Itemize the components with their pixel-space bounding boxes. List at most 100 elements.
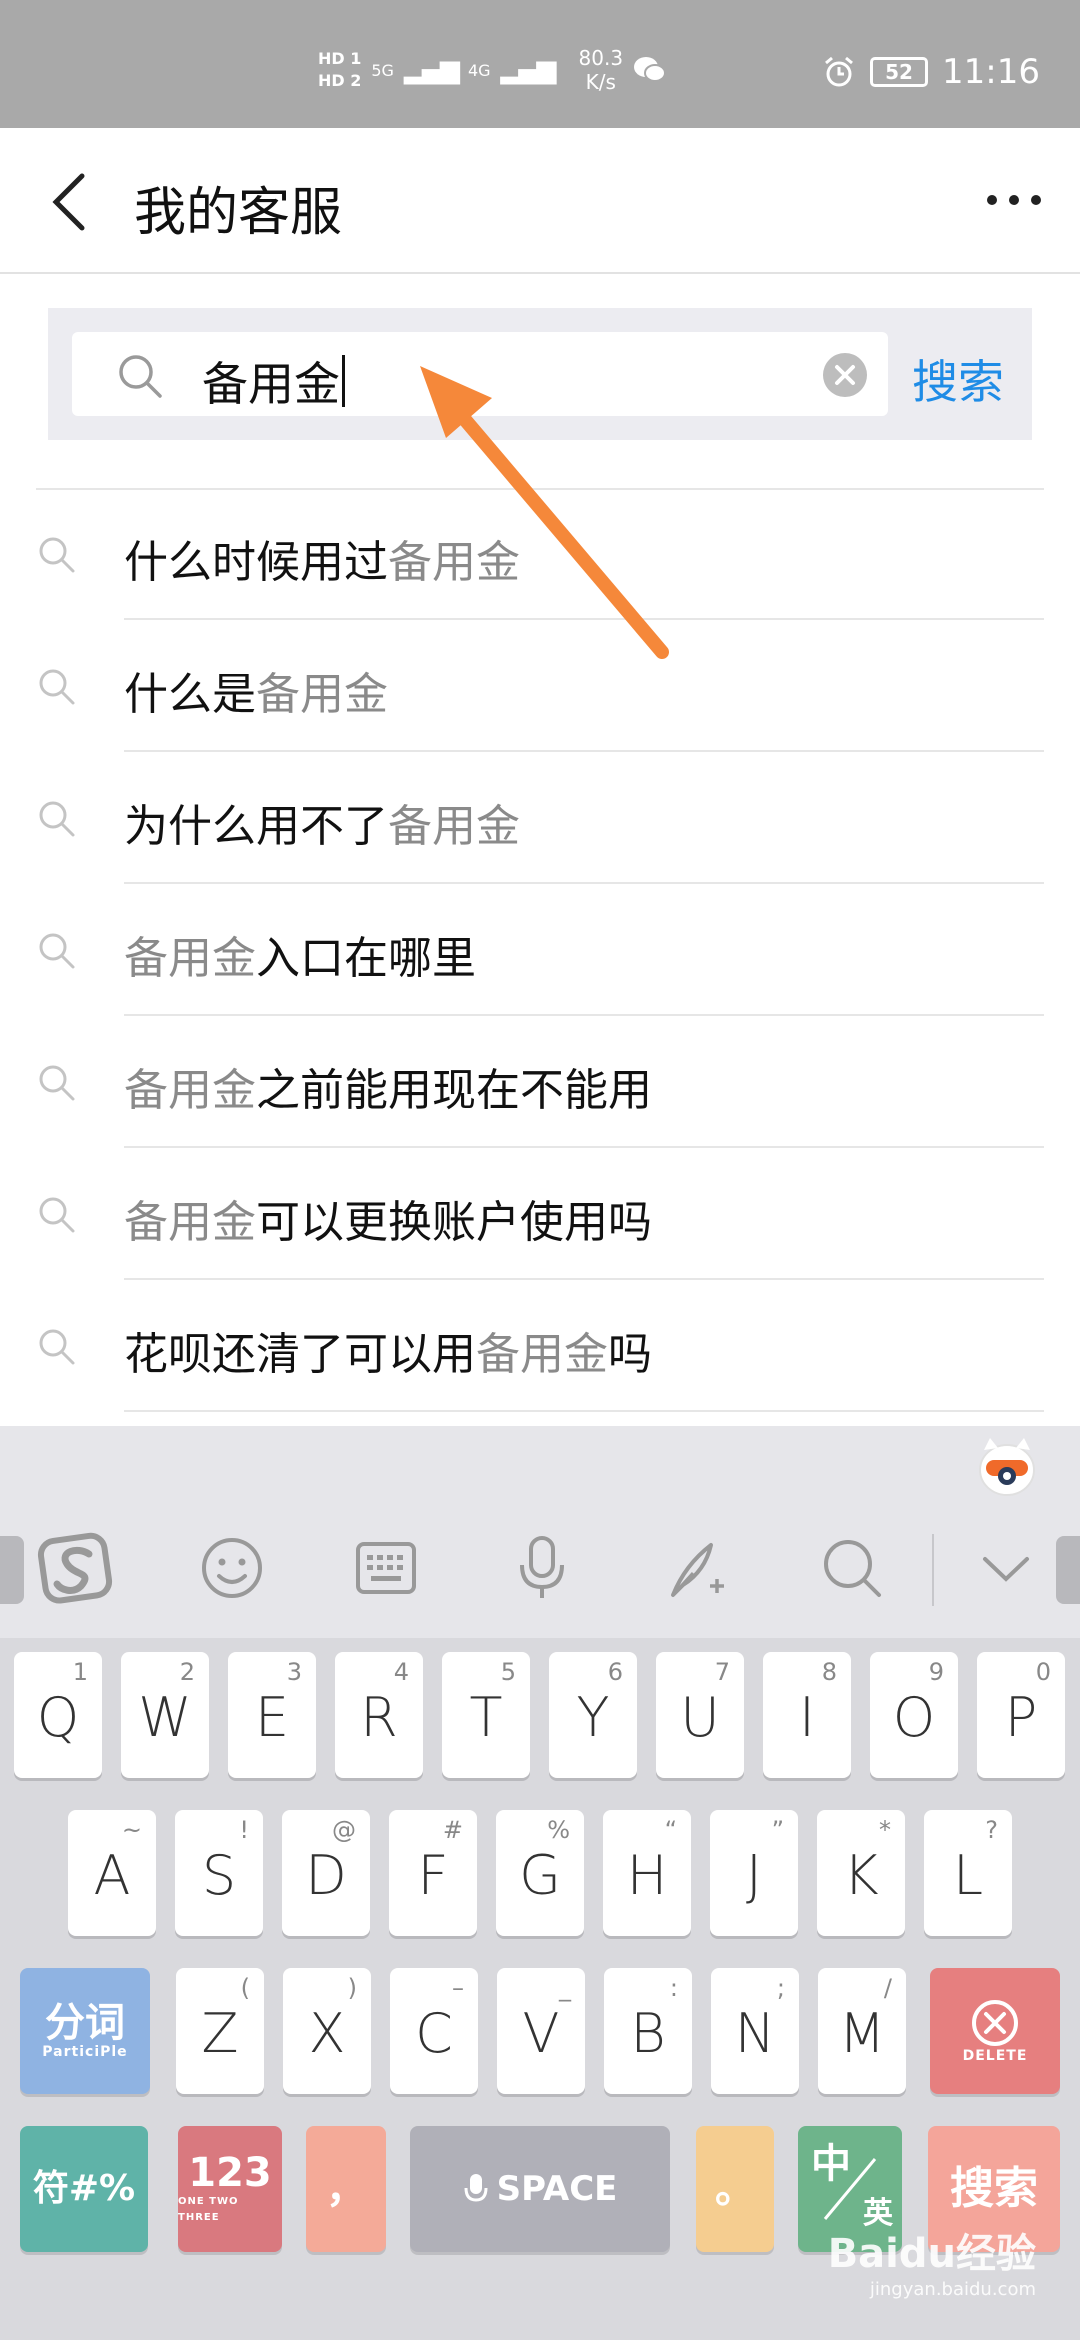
key-alt-label: 8 bbox=[821, 1658, 837, 1686]
key-a[interactable]: ~ A bbox=[68, 1810, 156, 1936]
watermark-brand: Baidu经验 bbox=[827, 2231, 1036, 2277]
suggestion-highlight: 备用金 bbox=[124, 1197, 256, 1248]
key-j[interactable]: ” J bbox=[710, 1810, 798, 1936]
keyboard-icon[interactable] bbox=[346, 1528, 426, 1608]
suggestion-highlight: 备用金 bbox=[124, 933, 256, 984]
sogou-logo-icon[interactable] bbox=[36, 1528, 116, 1608]
search-icon bbox=[119, 355, 162, 398]
handwriting-icon[interactable] bbox=[658, 1528, 738, 1608]
suggestion-item[interactable]: 花呗还清了可以用备用金吗 bbox=[0, 1280, 1080, 1412]
key-z[interactable]: (Z bbox=[176, 1968, 264, 2094]
divider bbox=[124, 1410, 1044, 1412]
key-f[interactable]: # F bbox=[389, 1810, 477, 1936]
suggestion-item[interactable]: 为什么用不了备用金 bbox=[0, 752, 1080, 884]
number-key-label: 123 bbox=[188, 2150, 272, 2196]
search-query: 备用金 bbox=[202, 348, 345, 414]
key-alt-label: % bbox=[547, 1816, 570, 1844]
search-icon bbox=[39, 933, 75, 969]
key-q[interactable]: 1Q bbox=[14, 1652, 102, 1778]
key-label: U bbox=[680, 1686, 720, 1749]
chevron-down-icon[interactable] bbox=[966, 1528, 1046, 1608]
key-alt-label: @ bbox=[332, 1816, 356, 1844]
key-g[interactable]: % G bbox=[496, 1810, 584, 1936]
key-d[interactable]: @ D bbox=[282, 1810, 370, 1936]
delete-key[interactable]: DELETE bbox=[930, 1968, 1060, 2094]
suggestion-after: 可以更换账户使用吗 bbox=[256, 1197, 652, 1248]
key-c[interactable]: – C bbox=[390, 1968, 478, 2094]
clear-icon[interactable] bbox=[822, 352, 868, 398]
key-n[interactable]: ; N bbox=[711, 1968, 799, 2094]
search-query-text: 备用金 bbox=[202, 357, 340, 411]
key-e[interactable]: 3E bbox=[228, 1652, 316, 1778]
period-key[interactable]: 。 bbox=[696, 2126, 774, 2252]
suggestion-item[interactable]: 备用金之前能用现在不能用 bbox=[0, 1016, 1080, 1148]
key-alt-label: 6 bbox=[607, 1658, 623, 1686]
key-p[interactable]: 0P bbox=[977, 1652, 1065, 1778]
alarm-icon bbox=[825, 56, 853, 87]
key-s[interactable]: ! S bbox=[175, 1810, 263, 1936]
text-caret bbox=[342, 355, 345, 407]
suggestion-text: 备用金可以更换账户使用吗 bbox=[124, 1186, 652, 1250]
symbols-key-label: 符#% bbox=[32, 2168, 136, 2209]
suggestion-item[interactable]: 备用金可以更换账户使用吗 bbox=[0, 1148, 1080, 1280]
key-w[interactable]: 2W bbox=[121, 1652, 209, 1778]
key-alt-label: ; bbox=[776, 1974, 785, 2002]
search-icon bbox=[39, 669, 75, 705]
key-h[interactable]: “H bbox=[603, 1810, 691, 1936]
key-label: E bbox=[254, 1686, 290, 1749]
emoji-icon[interactable] bbox=[192, 1528, 272, 1608]
soft-keyboard: 1 Q 2 W 3 E 4 R 5 T 6 Y 7 U 8 I 9 O 0 P ~ A! S @ D # F% G “H” J * K? L(Z… bbox=[0, 1426, 1080, 2340]
key-l[interactable]: ? L bbox=[924, 1810, 1012, 1936]
key-label: H bbox=[626, 1844, 668, 1907]
mascot-icon[interactable] bbox=[976, 1436, 1038, 1498]
search-button[interactable]: 搜索 bbox=[912, 346, 1004, 412]
suggestion-after: 入口在哪里 bbox=[256, 933, 476, 984]
key-y[interactable]: 6Y bbox=[549, 1652, 637, 1778]
toolbar-edge-right bbox=[1056, 1536, 1080, 1604]
key-alt-label: / bbox=[883, 1974, 892, 2002]
key-label: C bbox=[415, 2002, 453, 2065]
page-title: 我的客服 bbox=[134, 183, 343, 243]
key-b[interactable]: :B bbox=[604, 1968, 692, 2094]
space-key[interactable]: SPACE bbox=[410, 2126, 670, 2252]
key-alt-label: 7 bbox=[714, 1658, 730, 1686]
annotation-arrow bbox=[420, 366, 669, 659]
status-right: 52 11:16 bbox=[822, 52, 1040, 92]
comma-key[interactable]: ， bbox=[306, 2126, 386, 2252]
key-label: X bbox=[308, 2002, 346, 2065]
number-key[interactable]: 123 ONE TWO THREE bbox=[178, 2126, 282, 2252]
suggestion-text: 备用金入口在哪里 bbox=[124, 922, 476, 986]
search-icon bbox=[39, 1197, 75, 1233]
suggestion-before: 为什么用不了 bbox=[124, 801, 388, 852]
hd1-label: HD 1 bbox=[318, 49, 362, 68]
key-k[interactable]: * K bbox=[817, 1810, 905, 1936]
suggestion-before: 什么是 bbox=[124, 669, 256, 720]
key-v[interactable]: _ V bbox=[497, 1968, 585, 2094]
suggestion-highlight: 备用金 bbox=[476, 1329, 608, 1380]
key-alt-label: 4 bbox=[393, 1658, 409, 1686]
search-icon[interactable] bbox=[812, 1528, 892, 1608]
participle-key-label: 分词 bbox=[44, 2000, 125, 2046]
keyboard-toolbar bbox=[0, 1502, 1080, 1638]
suggestion-item[interactable]: 备用金入口在哪里 bbox=[0, 884, 1080, 1016]
symbols-key[interactable]: 符#% bbox=[20, 2126, 148, 2252]
key-m[interactable]: / M bbox=[818, 1968, 906, 2094]
participle-key[interactable]: 分词 ParticiPle bbox=[20, 1968, 150, 2094]
key-label: S bbox=[201, 1844, 237, 1907]
back-arrow-icon[interactable] bbox=[46, 172, 96, 232]
key-x[interactable]: ) X bbox=[283, 1968, 371, 2094]
signal-icon: ▂▄▆ bbox=[500, 55, 557, 85]
key-i[interactable]: 8I bbox=[763, 1652, 851, 1778]
key-o[interactable]: 9O bbox=[870, 1652, 958, 1778]
key-alt-label: – bbox=[452, 1974, 464, 2002]
key-u[interactable]: 7U bbox=[656, 1652, 744, 1778]
battery-icon: 52 bbox=[870, 57, 929, 87]
key-t[interactable]: 5T bbox=[442, 1652, 530, 1778]
net2-label: 4G bbox=[467, 60, 491, 80]
hd-indicator: HD 1 HD 2 bbox=[318, 48, 361, 92]
key-label: O bbox=[892, 1686, 936, 1749]
more-icon[interactable] bbox=[984, 188, 1044, 212]
microphone-icon[interactable] bbox=[502, 1528, 582, 1608]
key-alt-label: ! bbox=[239, 1816, 249, 1844]
key-r[interactable]: 4R bbox=[335, 1652, 423, 1778]
